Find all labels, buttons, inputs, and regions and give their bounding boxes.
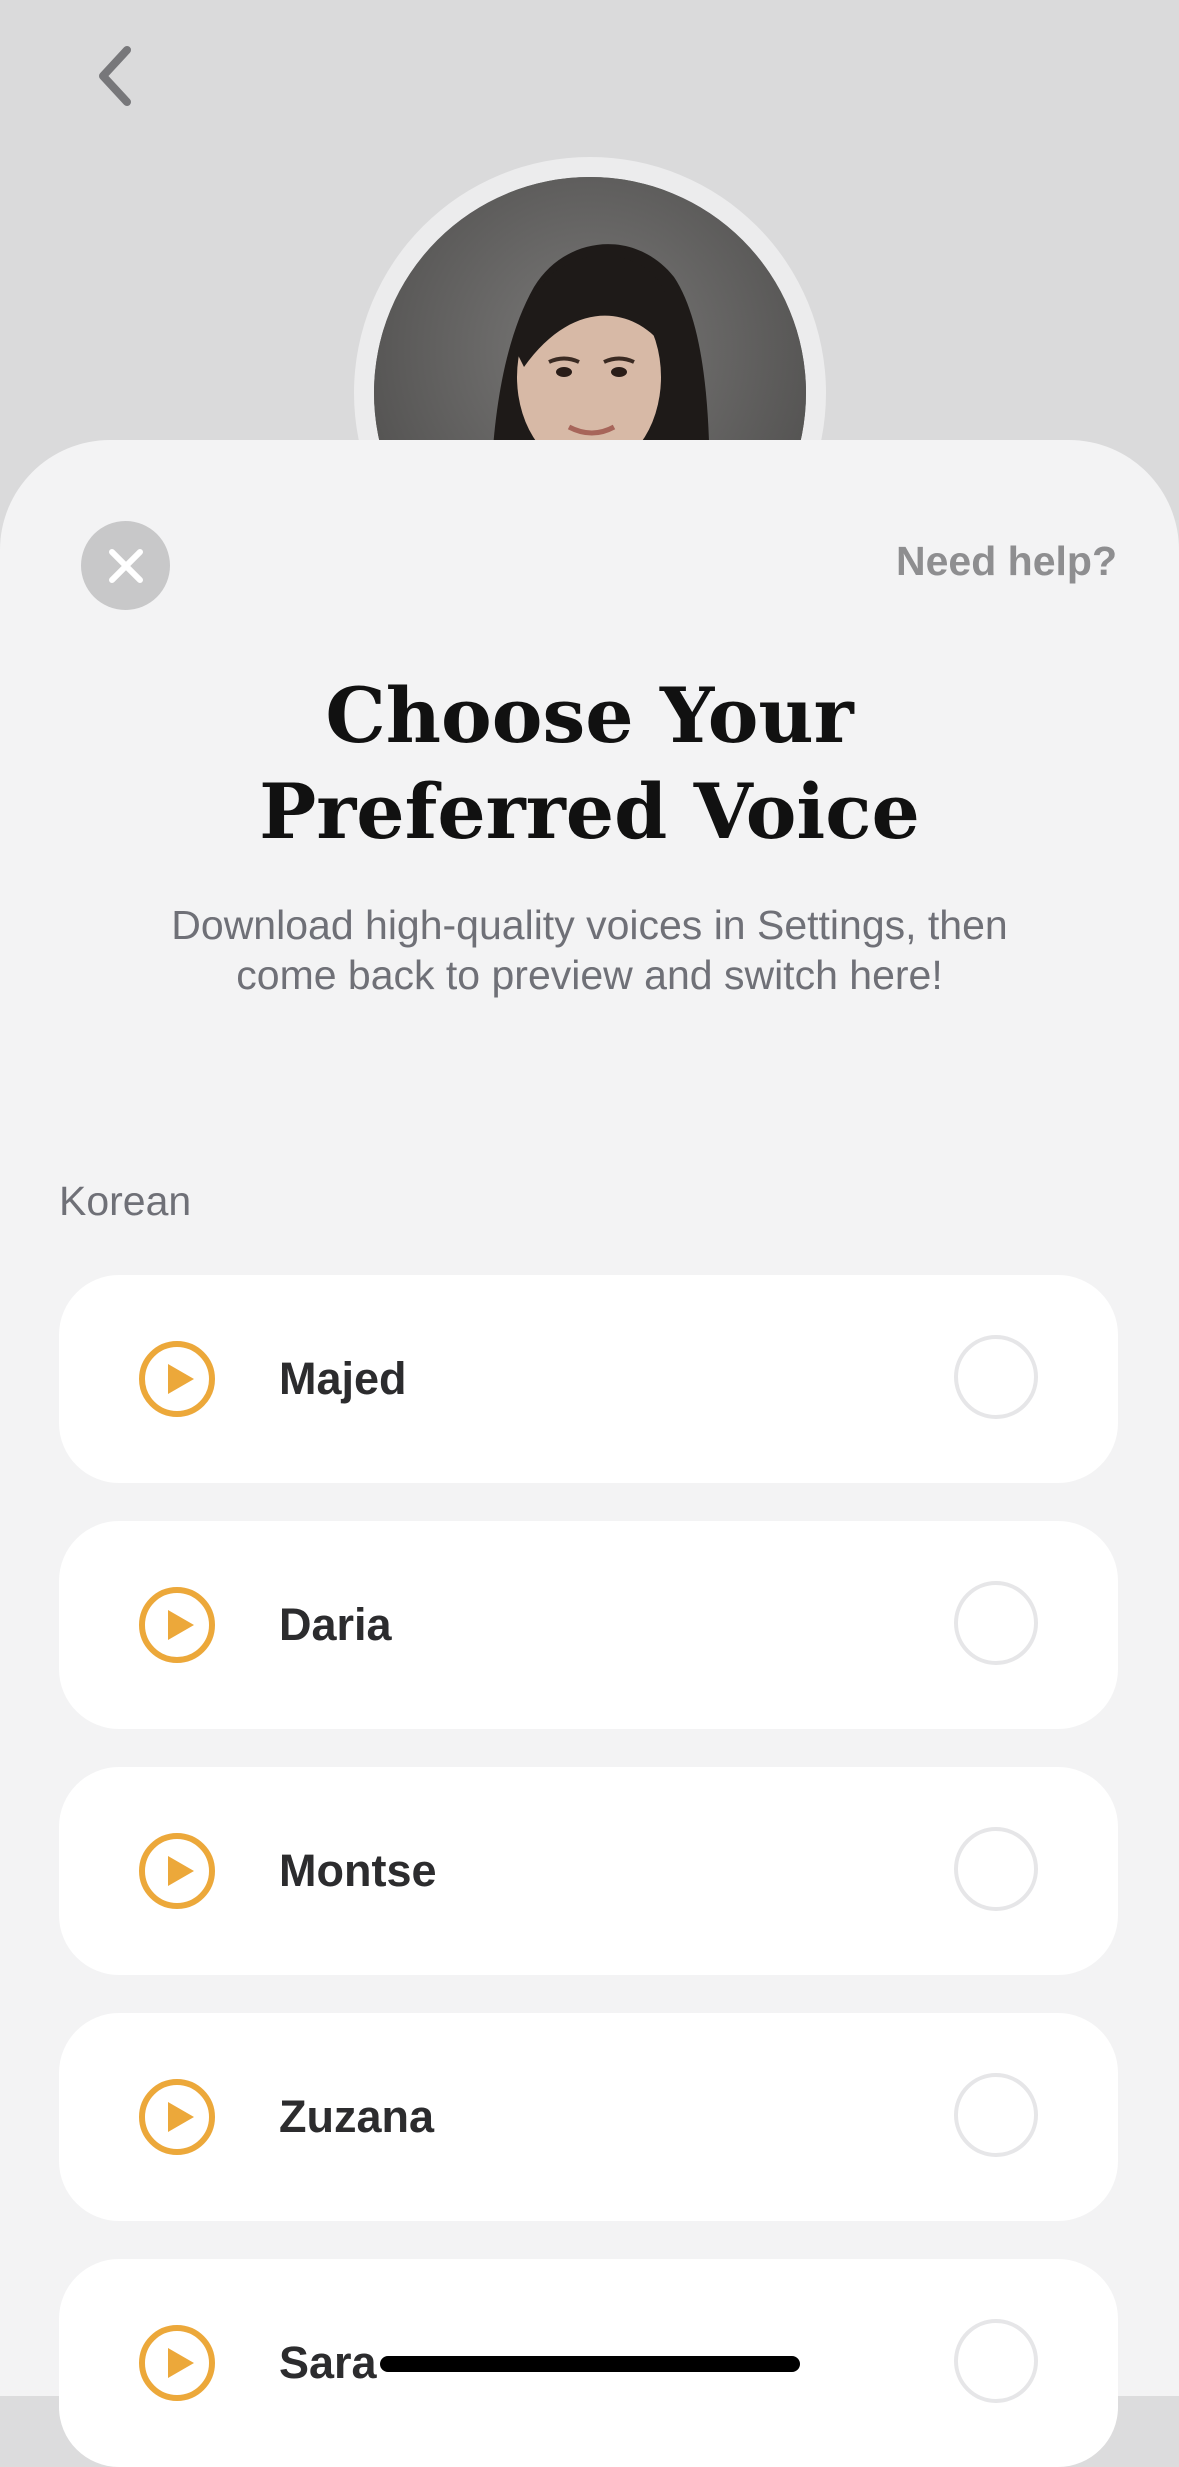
voice-option-card[interactable]: Majed bbox=[59, 1275, 1118, 1483]
close-button[interactable] bbox=[81, 521, 170, 610]
voice-name: Sara bbox=[279, 2337, 377, 2388]
title-line-1: Choose Your bbox=[325, 671, 854, 760]
language-section-label: Korean bbox=[59, 1178, 192, 1224]
voice-option-card[interactable]: Zuzana bbox=[59, 2013, 1118, 2221]
voice-option-card[interactable]: Montse bbox=[59, 1767, 1118, 1975]
title-line-2: Preferred Voice bbox=[259, 767, 920, 856]
back-button[interactable] bbox=[82, 36, 148, 116]
voice-radio-button[interactable] bbox=[954, 2319, 1038, 2403]
need-help-link[interactable]: Need help? bbox=[896, 538, 1117, 585]
voice-option-card[interactable]: Daria bbox=[59, 1521, 1118, 1729]
voice-radio-button[interactable] bbox=[954, 1335, 1038, 1419]
page-title: Choose Your Preferred Voice bbox=[0, 668, 1179, 860]
voice-radio-button[interactable] bbox=[954, 1827, 1038, 1911]
play-icon[interactable] bbox=[138, 1832, 216, 1910]
play-icon[interactable] bbox=[138, 2324, 216, 2402]
voice-name: Majed bbox=[279, 1353, 407, 1404]
voice-name: Montse bbox=[279, 1845, 437, 1896]
play-icon[interactable] bbox=[138, 1340, 216, 1418]
voice-radio-button[interactable] bbox=[954, 1581, 1038, 1665]
home-indicator[interactable] bbox=[380, 2356, 800, 2372]
chevron-left-icon bbox=[99, 46, 131, 106]
play-icon[interactable] bbox=[138, 2078, 216, 2156]
play-icon[interactable] bbox=[138, 1586, 216, 1664]
voice-name: Daria bbox=[279, 1599, 392, 1650]
voice-radio-button[interactable] bbox=[954, 2073, 1038, 2157]
close-icon bbox=[108, 548, 143, 583]
subtitle: Download high-quality voices in Settings… bbox=[171, 902, 1008, 998]
voice-name: Zuzana bbox=[279, 2091, 435, 2142]
